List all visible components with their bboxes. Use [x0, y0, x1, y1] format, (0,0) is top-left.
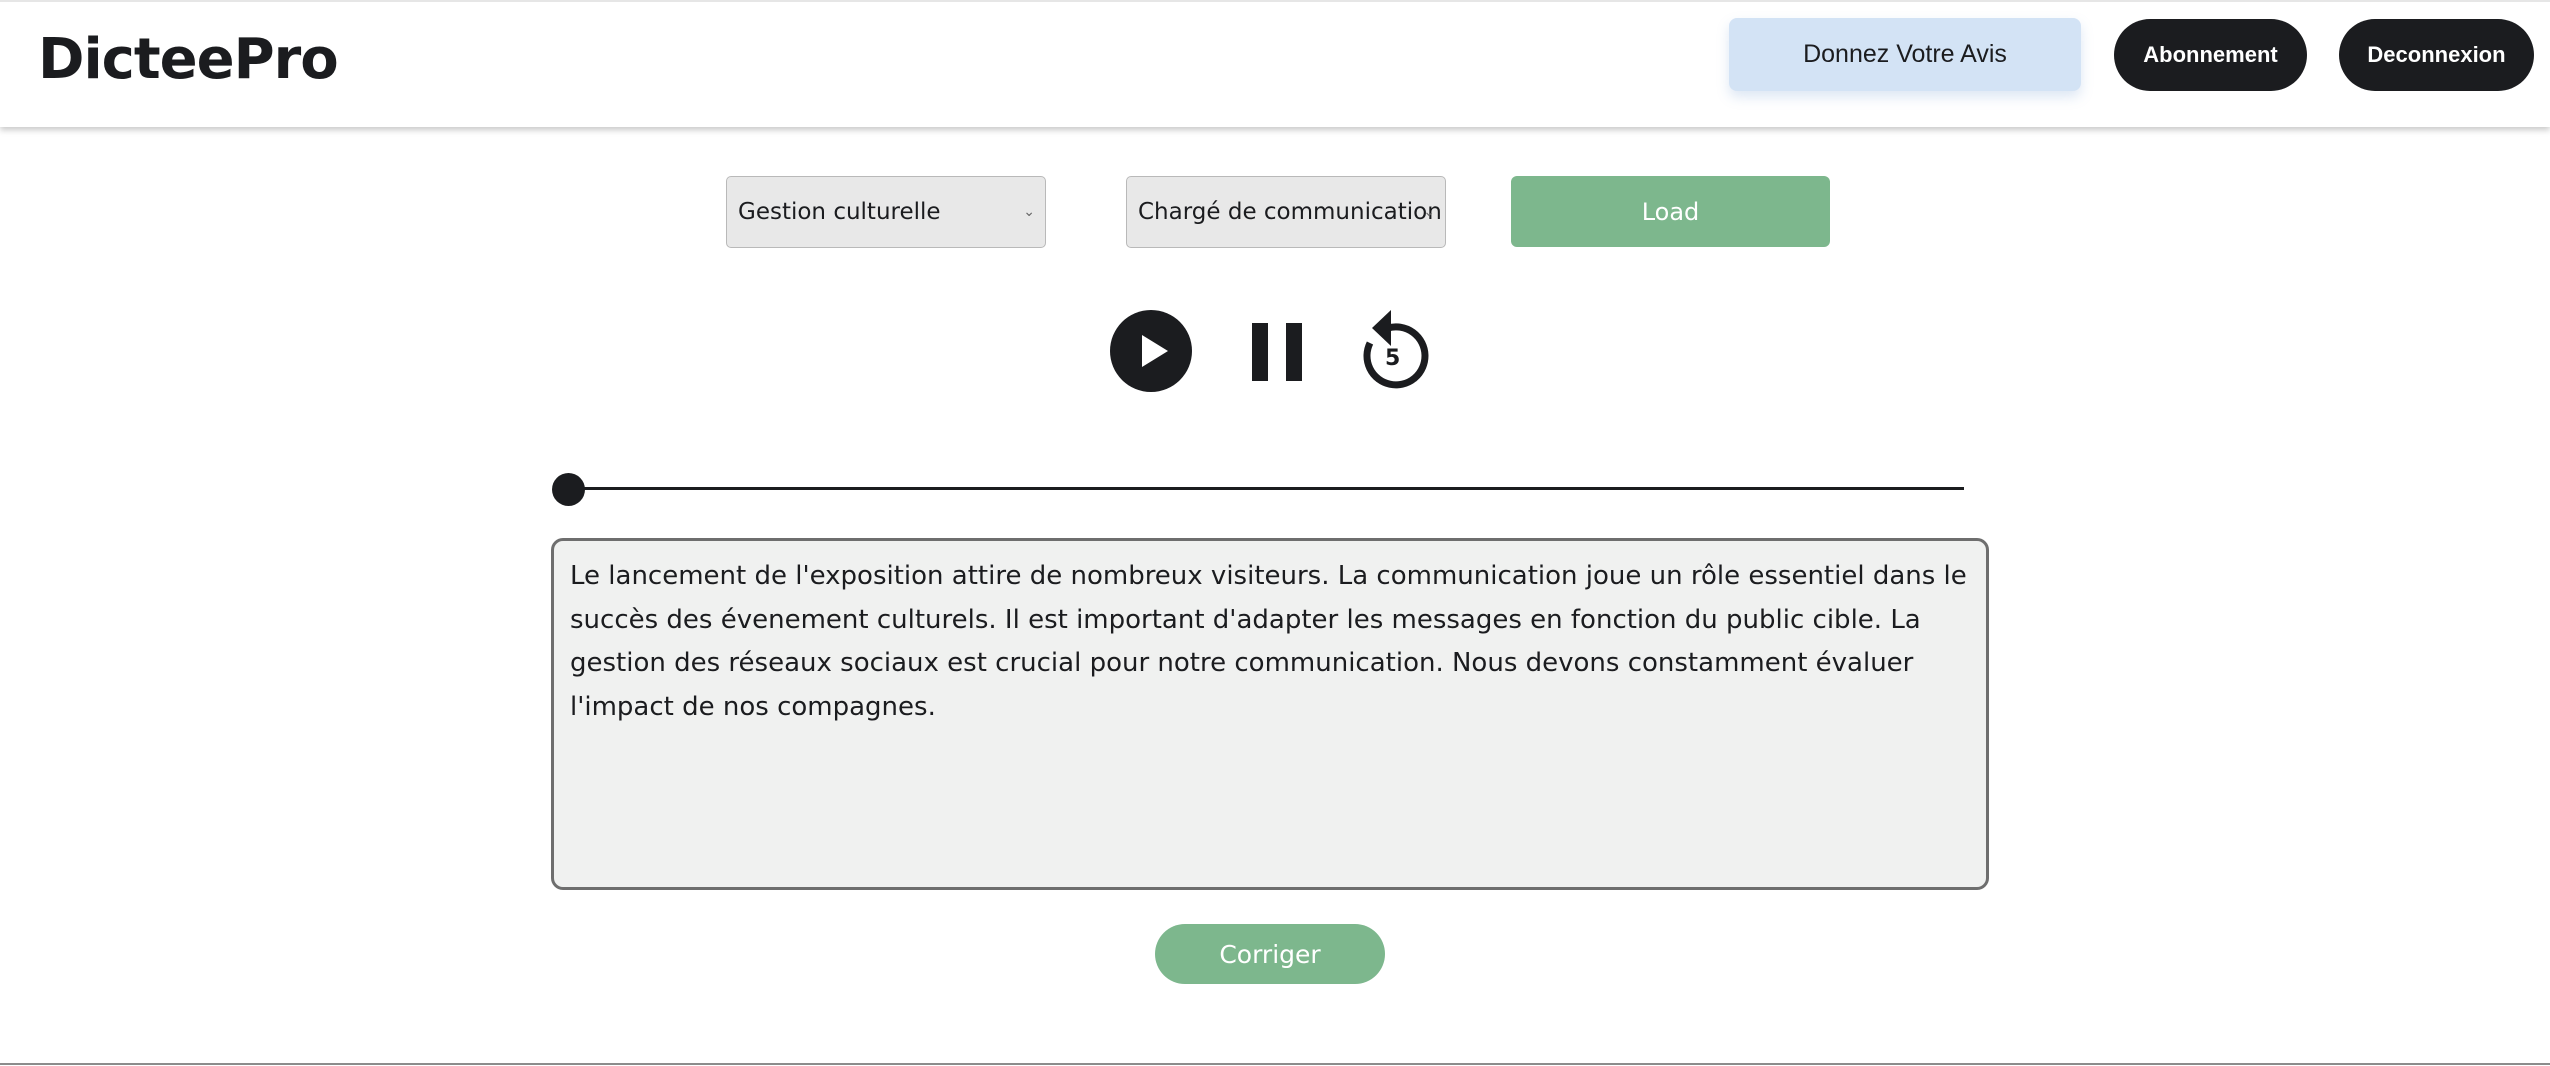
dictation-textarea[interactable]: Le lancement de l'exposition attire de n…	[551, 538, 1989, 890]
top-header: DicteePro Donnez Votre Avis Abonnement D…	[0, 0, 2550, 127]
feedback-button[interactable]: Donnez Votre Avis	[1729, 18, 2081, 91]
chevron-down-icon: ⌄	[1423, 204, 1435, 220]
replay-seconds-label: 5	[1385, 346, 1401, 371]
logout-button[interactable]: Deconnexion	[2339, 19, 2534, 91]
subscription-button[interactable]: Abonnement	[2114, 19, 2307, 91]
domain-select-value: Gestion culturelle	[738, 199, 941, 225]
correct-button[interactable]: Corriger	[1155, 924, 1385, 984]
play-icon[interactable]	[1110, 310, 1192, 392]
audio-progress-handle[interactable]	[551, 473, 585, 506]
app-logo: DicteePro	[38, 27, 339, 92]
bottom-divider	[0, 1063, 2550, 1065]
audio-progress-track[interactable]	[568, 487, 1964, 490]
chevron-down-icon: ⌄	[1023, 204, 1035, 220]
pause-icon[interactable]	[1250, 321, 1304, 383]
role-select[interactable]: Chargé de communication ⌄	[1126, 176, 1446, 248]
load-button[interactable]: Load	[1511, 176, 1830, 247]
domain-select[interactable]: Gestion culturelle ⌄	[726, 176, 1046, 248]
role-select-value: Chargé de communication	[1138, 199, 1442, 225]
